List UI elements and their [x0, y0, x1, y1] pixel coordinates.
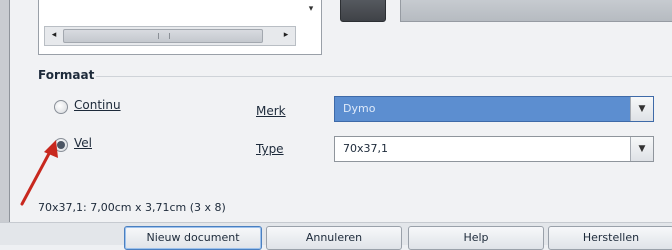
- annotation-arrow-icon: [20, 140, 58, 206]
- brand-value: Dymo: [343, 102, 376, 115]
- radio-continuous[interactable]: [54, 100, 68, 114]
- type-select[interactable]: 70x37,1 ▼: [334, 136, 654, 162]
- cancel-button[interactable]: Annuleren: [266, 226, 402, 250]
- section-divider: [96, 76, 672, 77]
- scroll-left-icon[interactable]: ◂: [47, 28, 61, 42]
- dropdown-icon[interactable]: ▼: [630, 137, 653, 161]
- brand-select[interactable]: Dymo ▼: [334, 96, 654, 122]
- label-size-text: 70x37,1: 7,00cm x 3,71cm (3 x 8): [38, 201, 226, 214]
- dropdown-icon[interactable]: ▼: [630, 97, 653, 121]
- window-border: [0, 0, 10, 244]
- new-document-button[interactable]: Nieuw document: [124, 226, 262, 250]
- label-dialog: ▾ ◂ ▸ Formaat Continu Vel Merk Dymo ▼ Ty…: [0, 0, 672, 250]
- type-label: Type: [256, 142, 284, 156]
- scroll-right-icon[interactable]: ▸: [279, 28, 293, 42]
- section-title: Formaat: [38, 68, 95, 82]
- toolbar-button[interactable]: [340, 0, 386, 22]
- type-value: 70x37,1: [343, 142, 388, 155]
- horizontal-scrollbar[interactable]: ◂ ▸: [44, 26, 296, 46]
- top-field[interactable]: [400, 0, 672, 22]
- radio-sheet-label[interactable]: Vel: [74, 136, 92, 150]
- thumb-grip: [158, 33, 170, 39]
- help-button[interactable]: Help: [408, 226, 544, 250]
- scroll-down-icon[interactable]: ▾: [305, 4, 317, 16]
- scrollbar-thumb[interactable]: [63, 29, 263, 43]
- reset-button[interactable]: Herstellen: [548, 226, 672, 250]
- brand-label: Merk: [256, 104, 286, 118]
- radio-continuous-label[interactable]: Continu: [74, 98, 121, 112]
